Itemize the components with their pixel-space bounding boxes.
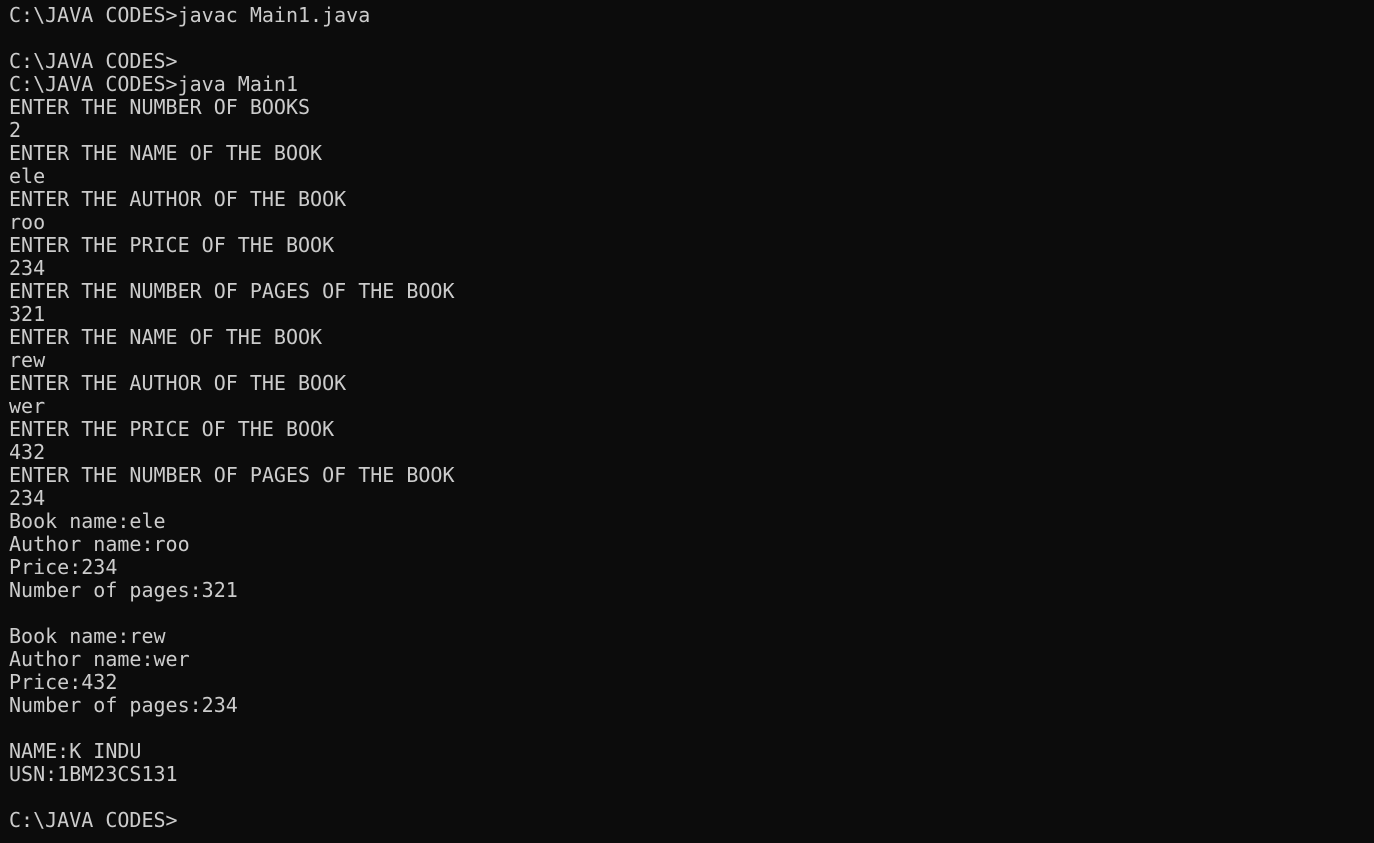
terminal-line: Price:432 <box>9 670 118 694</box>
terminal-line: ele <box>9 164 46 188</box>
terminal-line: Author name:roo <box>9 532 190 556</box>
terminal-line: Author name:wer <box>9 647 190 671</box>
terminal-line: ENTER THE NUMBER OF BOOKS <box>9 95 311 119</box>
terminal-line: ENTER THE NUMBER OF PAGES OF THE BOOK <box>9 279 455 303</box>
terminal-line: 321 <box>9 302 46 326</box>
terminal-line: ENTER THE NAME OF THE BOOK <box>9 141 323 165</box>
terminal-line: ENTER THE PRICE OF THE BOOK <box>9 233 335 257</box>
terminal-line: ENTER THE AUTHOR OF THE BOOK <box>9 371 347 395</box>
terminal-line: Book name:ele <box>9 509 166 533</box>
terminal-line: roo <box>9 210 46 234</box>
terminal-line: rew <box>9 348 46 372</box>
terminal-line: Number of pages:321 <box>9 578 238 602</box>
terminal-line: C:\JAVA CODES> <box>9 808 178 832</box>
terminal-line: 432 <box>9 440 46 464</box>
terminal-line: Book name:rew <box>9 624 166 648</box>
terminal-line: NAME:K INDU <box>9 739 142 763</box>
terminal-line: ENTER THE NAME OF THE BOOK <box>9 325 323 349</box>
terminal-line: wer <box>9 394 46 418</box>
terminal-line: C:\JAVA CODES>java Main1 <box>9 72 298 96</box>
terminal-line: ENTER THE PRICE OF THE BOOK <box>9 417 335 441</box>
terminal-line: ENTER THE NUMBER OF PAGES OF THE BOOK <box>9 463 455 487</box>
terminal-line: Price:234 <box>9 555 118 579</box>
terminal-line: ENTER THE AUTHOR OF THE BOOK <box>9 187 347 211</box>
terminal-line: 234 <box>9 486 46 510</box>
terminal-line: C:\JAVA CODES> <box>9 49 178 73</box>
terminal-line: USN:1BM23CS131 <box>9 762 178 786</box>
terminal-line: C:\JAVA CODES>javac Main1.java <box>9 3 371 27</box>
terminal-line: 234 <box>9 256 46 280</box>
terminal-line: 2 <box>9 118 22 142</box>
terminal-line: Number of pages:234 <box>9 693 238 717</box>
terminal-output[interactable]: C:\JAVA CODES>javac Main1.java C:\JAVA CO… <box>9 4 455 832</box>
